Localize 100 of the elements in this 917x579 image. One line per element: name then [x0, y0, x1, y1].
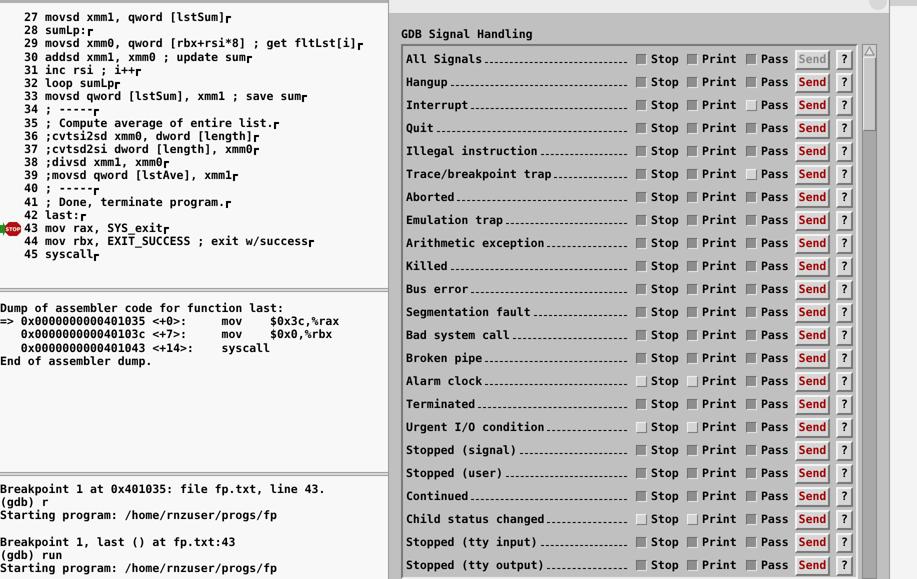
- help-button[interactable]: ?: [836, 532, 853, 552]
- send-button[interactable]: Send: [795, 96, 830, 116]
- help-button[interactable]: ?: [836, 440, 853, 460]
- checkbox[interactable]: [746, 284, 757, 295]
- send-button[interactable]: Send: [795, 510, 830, 530]
- help-button[interactable]: ?: [836, 348, 853, 368]
- send-button[interactable]: Send: [795, 348, 830, 368]
- send-button[interactable]: Send: [795, 302, 830, 322]
- scrollbar[interactable]: [862, 44, 877, 579]
- checkbox[interactable]: [636, 215, 647, 226]
- checkbox[interactable]: [746, 491, 757, 502]
- checkbox[interactable]: [746, 192, 757, 203]
- checkbox[interactable]: [746, 123, 757, 134]
- checkbox[interactable]: [746, 261, 757, 272]
- checkbox[interactable]: [746, 307, 757, 318]
- checkbox[interactable]: [636, 445, 647, 456]
- send-button[interactable]: Send: [795, 164, 830, 184]
- send-button[interactable]: Send: [795, 394, 830, 414]
- checkbox[interactable]: [636, 54, 647, 65]
- send-button[interactable]: Send: [795, 418, 830, 438]
- checkbox[interactable]: [636, 123, 647, 134]
- checkbox[interactable]: [636, 399, 647, 410]
- scroll-thumb[interactable]: [863, 57, 876, 131]
- send-button[interactable]: Send: [795, 210, 830, 230]
- checkbox[interactable]: [687, 261, 698, 272]
- checkbox[interactable]: [746, 238, 757, 249]
- checkbox[interactable]: [636, 77, 647, 88]
- help-button[interactable]: ?: [836, 96, 853, 116]
- checkbox[interactable]: [636, 353, 647, 364]
- help-button[interactable]: ?: [836, 372, 853, 392]
- help-button[interactable]: ?: [836, 418, 853, 438]
- checkbox[interactable]: [636, 307, 647, 318]
- checkbox[interactable]: [636, 284, 647, 295]
- checkbox[interactable]: [746, 537, 757, 548]
- send-button[interactable]: Send: [795, 464, 830, 484]
- checkbox[interactable]: [746, 445, 757, 456]
- checkbox[interactable]: [687, 491, 698, 502]
- checkbox[interactable]: [746, 399, 757, 410]
- checkbox[interactable]: [746, 215, 757, 226]
- checkbox[interactable]: [687, 330, 698, 341]
- checkbox[interactable]: [636, 169, 647, 180]
- checkbox[interactable]: [636, 537, 647, 548]
- checkbox[interactable]: [636, 468, 647, 479]
- help-button[interactable]: ?: [836, 510, 853, 530]
- send-button[interactable]: Send: [795, 188, 830, 208]
- send-button[interactable]: Send: [795, 142, 830, 162]
- checkbox[interactable]: [746, 146, 757, 157]
- checkbox[interactable]: [687, 169, 698, 180]
- help-button[interactable]: ?: [836, 164, 853, 184]
- checkbox[interactable]: [636, 238, 647, 249]
- help-button[interactable]: ?: [836, 188, 853, 208]
- send-button[interactable]: Send: [795, 486, 830, 506]
- help-button[interactable]: ?: [836, 302, 853, 322]
- checkbox[interactable]: [687, 123, 698, 134]
- checkbox[interactable]: [746, 54, 757, 65]
- checkbox[interactable]: [746, 376, 757, 387]
- send-button[interactable]: Send: [795, 72, 830, 92]
- send-button[interactable]: Send: [795, 326, 830, 346]
- send-button[interactable]: Send: [795, 118, 830, 138]
- help-button[interactable]: ?: [836, 326, 853, 346]
- checkbox[interactable]: [687, 537, 698, 548]
- checkbox[interactable]: [636, 192, 647, 203]
- send-button[interactable]: Send: [795, 440, 830, 460]
- checkbox[interactable]: [636, 261, 647, 272]
- help-button[interactable]: ?: [836, 556, 853, 576]
- checkbox[interactable]: [687, 560, 698, 571]
- help-button[interactable]: ?: [836, 72, 853, 92]
- help-button[interactable]: ?: [836, 142, 853, 162]
- send-button[interactable]: Send: [795, 532, 830, 552]
- send-button[interactable]: Send: [795, 234, 830, 254]
- checkbox[interactable]: [746, 422, 757, 433]
- checkbox[interactable]: [746, 514, 757, 525]
- checkbox[interactable]: [687, 146, 698, 157]
- checkbox[interactable]: [746, 77, 757, 88]
- checkbox[interactable]: [687, 468, 698, 479]
- send-button[interactable]: Send: [795, 256, 830, 276]
- checkbox[interactable]: [746, 468, 757, 479]
- checkbox[interactable]: [687, 215, 698, 226]
- checkbox[interactable]: [687, 54, 698, 65]
- checkbox[interactable]: [636, 560, 647, 571]
- checkbox[interactable]: [746, 330, 757, 341]
- checkbox[interactable]: [687, 399, 698, 410]
- checkbox[interactable]: [636, 100, 647, 111]
- send-button[interactable]: Send: [795, 556, 830, 576]
- checkbox[interactable]: [636, 330, 647, 341]
- help-button[interactable]: ?: [836, 280, 853, 300]
- help-button[interactable]: ?: [836, 486, 853, 506]
- checkbox[interactable]: [746, 353, 757, 364]
- help-button[interactable]: ?: [836, 464, 853, 484]
- checkbox[interactable]: [636, 146, 647, 157]
- send-button[interactable]: Send: [795, 280, 830, 300]
- help-button[interactable]: ?: [836, 234, 853, 254]
- help-button[interactable]: ?: [836, 50, 853, 70]
- checkbox[interactable]: [687, 100, 698, 111]
- send-button[interactable]: Send: [795, 372, 830, 392]
- scroll-up-icon[interactable]: [863, 45, 876, 57]
- checkbox[interactable]: [687, 192, 698, 203]
- checkbox[interactable]: [687, 284, 698, 295]
- checkbox[interactable]: [687, 238, 698, 249]
- help-button[interactable]: ?: [836, 210, 853, 230]
